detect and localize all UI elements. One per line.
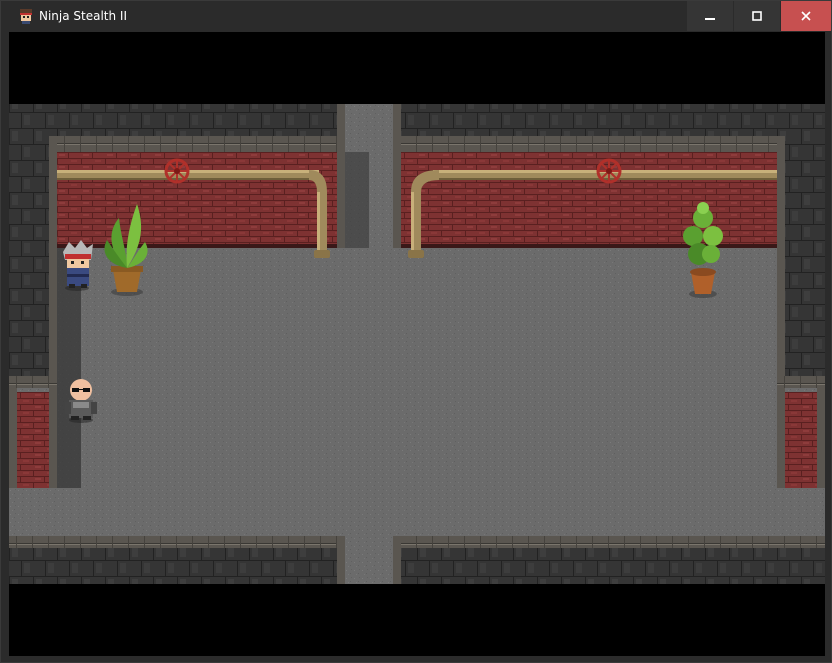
maximize-icon <box>752 11 762 21</box>
game-window: Ninja Stealth II <box>0 0 832 663</box>
maximize-button[interactable] <box>734 1 780 31</box>
minimize-icon <box>705 11 715 21</box>
brick-wall-left <box>57 152 337 246</box>
ledge-left <box>49 136 57 380</box>
ninja-player[interactable] <box>63 240 93 291</box>
stone-wall-right <box>785 104 825 380</box>
stone-wall-left <box>9 104 49 380</box>
close-icon <box>801 11 811 21</box>
ledge-corridor-left <box>337 104 345 248</box>
stone-wall-top-right <box>393 104 825 140</box>
corridor-shadow <box>345 152 369 248</box>
ledge-corridor-right <box>393 104 401 248</box>
brick-alcove-right <box>785 392 817 488</box>
ledge-right <box>777 136 785 380</box>
brick-alcove-left <box>17 392 49 488</box>
letterbox-top <box>9 32 825 104</box>
stone-wall-bottom-right <box>401 548 825 584</box>
game-viewport[interactable] <box>9 32 825 656</box>
stone-wall-bottom-left <box>9 548 337 584</box>
ledge-top-left <box>49 136 345 152</box>
letterbox-bottom <box>9 584 825 656</box>
window-title: Ninja Stealth II <box>39 9 128 23</box>
minimize-button[interactable] <box>687 1 733 31</box>
ledge-top-right <box>393 136 785 152</box>
stone-wall-top-left <box>9 104 345 140</box>
close-button[interactable] <box>781 1 831 31</box>
valve-left <box>164 158 190 184</box>
title-bar[interactable]: Ninja Stealth II <box>1 1 831 31</box>
game-map[interactable] <box>9 32 825 656</box>
ninja-face-icon <box>18 8 34 24</box>
valve-right <box>596 158 622 184</box>
